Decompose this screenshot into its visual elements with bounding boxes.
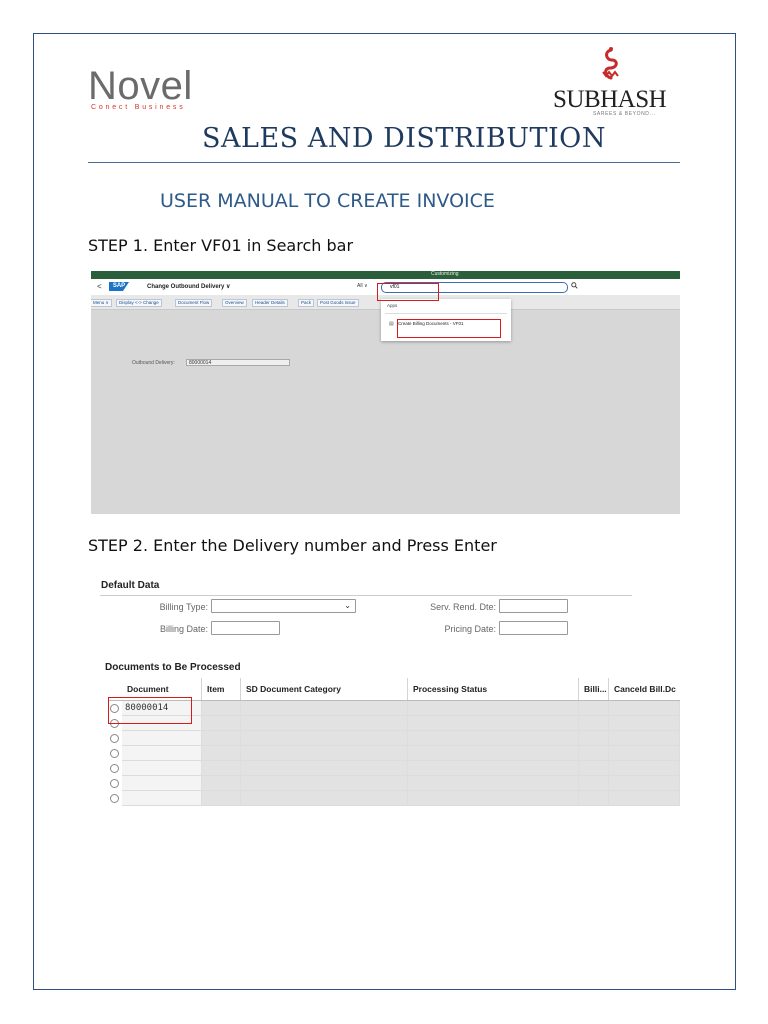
table-cell[interactable] — [122, 791, 202, 806]
table-cell — [408, 746, 579, 761]
table-cell — [202, 731, 241, 746]
toolbar-document-flow-button[interactable]: Document Flow — [175, 299, 213, 307]
toolbar-header-details-button[interactable]: Header Details — [252, 299, 288, 307]
highlight-document-cell — [108, 697, 192, 724]
table-cell — [609, 746, 680, 761]
page-title: SALES AND DISTRIBUTION — [202, 123, 606, 154]
toolbar-overview-button[interactable]: Overview — [222, 299, 247, 307]
serv-rend-date-label: Serv. Rend. Dte: — [430, 602, 496, 612]
table-cell — [579, 746, 609, 761]
column-header-billing[interactable]: Billi... — [579, 678, 609, 700]
table-cell — [408, 791, 579, 806]
step-2-heading: STEP 2. Enter the Delivery number and Pr… — [88, 536, 497, 555]
system-bar-label: Customizing — [431, 271, 459, 277]
table-cell — [202, 791, 241, 806]
table-cell — [241, 701, 408, 716]
table-cell — [408, 701, 579, 716]
title-divider — [88, 162, 680, 163]
row-select-radio[interactable] — [110, 749, 119, 758]
table-cell — [609, 716, 680, 731]
chevron-down-icon: ⌄ — [344, 601, 351, 610]
outbound-delivery-label: Outbound Delivery: — [132, 360, 175, 366]
toolbar-pack-button[interactable]: Pack — [298, 299, 315, 307]
page-subtitle: USER MANUAL TO CREATE INVOICE — [160, 190, 495, 212]
pricing-date-field[interactable] — [499, 621, 568, 635]
table-cell — [609, 761, 680, 776]
subhash-emblem-icon — [602, 47, 619, 80]
default-data-divider — [100, 595, 632, 596]
table-cell[interactable] — [122, 746, 202, 761]
row-select-radio[interactable] — [110, 794, 119, 803]
step-1-heading: STEP 1. Enter VF01 in Search bar — [88, 236, 354, 255]
table-cell — [408, 716, 579, 731]
column-header-processing-status[interactable]: Processing Status — [408, 678, 579, 700]
billing-date-field[interactable] — [211, 621, 280, 635]
table-cell — [579, 791, 609, 806]
app-tile-icon: ▤ — [389, 321, 394, 327]
table-cell — [609, 791, 680, 806]
table-cell — [202, 716, 241, 731]
table-cell[interactable] — [122, 731, 202, 746]
documents-to-process-heading: Documents to Be Processed — [105, 662, 241, 673]
table-cell — [202, 701, 241, 716]
subhash-logo: SUBHASH — [553, 86, 667, 113]
search-icon[interactable] — [571, 282, 578, 289]
table-cell — [202, 761, 241, 776]
dropdown-divider — [385, 313, 507, 314]
table-cell — [241, 776, 408, 791]
toolbar-post-goods-issue-button[interactable]: Post Goods Issue — [317, 299, 359, 307]
table-cell[interactable] — [122, 761, 202, 776]
highlight-dropdown-item — [397, 319, 501, 338]
table-cell — [408, 776, 579, 791]
serv-rend-date-field[interactable] — [499, 599, 568, 613]
table-cell — [202, 776, 241, 791]
row-select-radio[interactable] — [110, 734, 119, 743]
table-cell — [609, 776, 680, 791]
column-header-item[interactable]: Item — [202, 678, 241, 700]
dropdown-section-header: Apps — [387, 303, 398, 308]
table-cell — [579, 761, 609, 776]
table-cell[interactable] — [122, 776, 202, 791]
table-cell — [241, 761, 408, 776]
billing-date-label: Billing Date: — [159, 624, 208, 634]
documents-table: Document Item SD Document Category Proce… — [108, 678, 680, 806]
toolbar-menu-button[interactable]: Menu ∨ — [91, 299, 112, 307]
table-cell — [609, 701, 680, 716]
table-cell — [241, 791, 408, 806]
search-scope-select[interactable]: All ∨ — [357, 283, 368, 289]
row-select-radio[interactable] — [110, 764, 119, 773]
table-cell — [202, 746, 241, 761]
sap-logo: SAP — [109, 282, 129, 291]
billing-type-label: Billing Type: — [159, 602, 208, 612]
toolbar-display-change-button[interactable]: Display <-> Change — [116, 299, 162, 307]
default-data-heading: Default Data — [101, 580, 160, 591]
table-cell — [579, 716, 609, 731]
table-cell — [408, 731, 579, 746]
table-cell — [579, 701, 609, 716]
sap-system-bar: Customizing — [91, 271, 680, 279]
billing-type-select[interactable]: ⌄ — [211, 599, 356, 613]
row-select-radio[interactable] — [110, 779, 119, 788]
table-cell — [579, 776, 609, 791]
back-icon[interactable]: < — [97, 282, 102, 291]
column-header-sd-document-category[interactable]: SD Document Category — [241, 678, 408, 700]
sap-screenshot-step1: Customizing < SAP Change Outbound Delive… — [91, 271, 680, 514]
table-cell — [609, 731, 680, 746]
pricing-date-label: Pricing Date: — [444, 624, 496, 634]
table-cell — [579, 731, 609, 746]
highlight-search-box — [377, 283, 439, 301]
novel-logo: Novel — [88, 64, 193, 108]
outbound-delivery-field[interactable]: 80000014 — [186, 359, 290, 366]
table-cell — [241, 716, 408, 731]
column-header-canceled-billing-doc[interactable]: Canceld Bill.Dc — [609, 678, 680, 700]
table-cell — [241, 746, 408, 761]
novel-logo-tagline: Conect Business — [91, 104, 186, 111]
table-cell — [241, 731, 408, 746]
table-cell — [408, 761, 579, 776]
subhash-logo-tagline: SAREES & BEYOND... — [593, 111, 656, 117]
app-title[interactable]: Change Outbound Delivery ∨ — [147, 283, 230, 290]
